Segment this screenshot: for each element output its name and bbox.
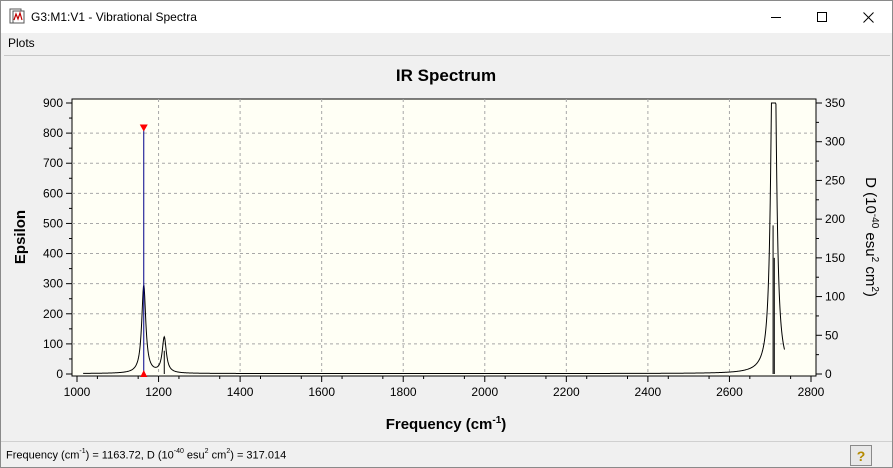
y-tick-label: 900 — [43, 96, 63, 110]
y2-axis-label: D (10-40 esu2 cm2) — [862, 177, 880, 297]
spectra-app-icon — [9, 8, 25, 24]
help-button[interactable]: ? — [850, 445, 872, 466]
chart-title: IR Spectrum — [396, 66, 496, 85]
x-tick-label: 1200 — [145, 385, 172, 399]
y2-tick-label: 0 — [825, 367, 832, 381]
y2-tick-label: 300 — [825, 135, 845, 149]
close-icon — [863, 12, 874, 23]
minimize-button[interactable] — [753, 1, 799, 33]
y-tick-label: 800 — [43, 126, 63, 140]
x-axis-label: Frequency (cm-1) — [386, 415, 507, 433]
y-axis-left: 0 100 200 300 400 500 600 700 800 900 — [43, 96, 72, 381]
y2-tick-label: 50 — [825, 328, 839, 342]
x-tick-label: 1400 — [227, 385, 254, 399]
status-readout: Frequency (cm-1) = 1163.72, D (10-40 esu… — [6, 448, 287, 462]
y-tick-label: 400 — [43, 247, 63, 261]
ir-spectrum-chart[interactable]: IR Spectrum 1000 1200 1400 1600 1800 2000 2200… — [4, 56, 890, 440]
minimize-icon — [771, 17, 781, 18]
y-axis-label: Epsilon — [12, 210, 29, 264]
y-axis-right: 0 50 100 150 200 250 300 350 — [816, 96, 845, 381]
x-tick-label: 2200 — [553, 385, 580, 399]
spectra-window: G3:M1:V1 - Vibrational Spectra Plots IR … — [0, 0, 893, 468]
x-tick-label: 2000 — [471, 385, 498, 399]
close-button[interactable] — [845, 1, 891, 33]
plot-panel[interactable]: IR Spectrum 1000 1200 1400 1600 1800 2000 2200… — [4, 55, 890, 440]
y-tick-label: 0 — [56, 367, 63, 381]
y-tick-label: 700 — [43, 156, 63, 170]
window-title: G3:M1:V1 - Vibrational Spectra — [31, 10, 197, 24]
svg-text:?: ? — [857, 448, 866, 464]
x-tick-label: 1600 — [308, 385, 335, 399]
status-bar: Frequency (cm-1) = 1163.72, D (10-40 esu… — [1, 441, 892, 467]
x-tick-label: 1000 — [64, 385, 91, 399]
y-tick-label: 200 — [43, 307, 63, 321]
menu-plots[interactable]: Plots — [8, 36, 35, 50]
maximize-icon — [817, 12, 827, 22]
y2-tick-label: 100 — [825, 290, 845, 304]
y-tick-label: 100 — [43, 337, 63, 351]
y2-tick-label: 150 — [825, 251, 845, 265]
x-axis: 1000 1200 1400 1600 1800 2000 2200 2400 2600 2800 — [64, 376, 825, 399]
help-icon: ? — [857, 448, 866, 464]
maximize-button[interactable] — [799, 1, 845, 33]
y-tick-label: 300 — [43, 277, 63, 291]
plot-area[interactable] — [71, 98, 817, 377]
x-tick-label: 2400 — [635, 385, 662, 399]
y2-tick-label: 250 — [825, 173, 845, 187]
x-tick-label: 2800 — [798, 385, 825, 399]
menu-bar: Plots — [1, 33, 892, 53]
y2-tick-label: 350 — [825, 96, 845, 110]
title-bar[interactable]: G3:M1:V1 - Vibrational Spectra — [1, 1, 892, 33]
y2-tick-label: 200 — [825, 212, 845, 226]
y-tick-label: 600 — [43, 186, 63, 200]
y-tick-label: 500 — [43, 216, 63, 230]
x-tick-label: 1800 — [390, 385, 417, 399]
x-tick-label: 2600 — [716, 385, 743, 399]
